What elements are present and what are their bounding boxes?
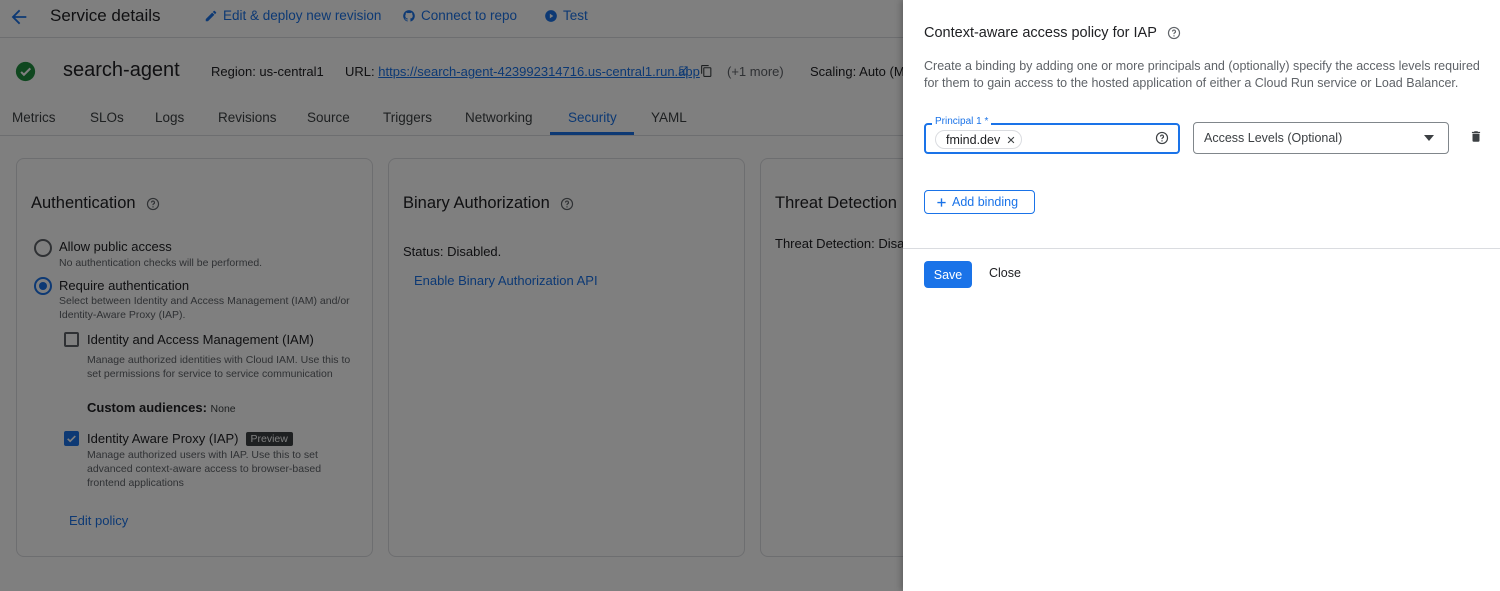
close-icon[interactable] (1006, 135, 1016, 145)
principal-input[interactable]: Principal 1 * fmind.dev (924, 116, 1180, 154)
plus-icon (937, 197, 946, 207)
add-binding-label: Add binding (952, 195, 1019, 209)
add-binding-button[interactable]: Add binding (924, 190, 1035, 214)
dropdown-caret-icon (1424, 135, 1434, 141)
iap-policy-panel: Context-aware access policy for IAP Crea… (903, 0, 1500, 591)
trash-icon[interactable] (1469, 129, 1483, 144)
help-icon[interactable] (1167, 26, 1181, 40)
panel-title-text: Context-aware access policy for IAP (924, 25, 1157, 41)
panel-divider (903, 248, 1500, 249)
modal-scrim[interactable] (0, 0, 903, 591)
panel-title: Context-aware access policy for IAP (924, 25, 1181, 41)
principal-chip-text: fmind.dev (946, 132, 1001, 147)
principal-chip: fmind.dev (935, 130, 1023, 149)
help-icon[interactable] (1155, 131, 1169, 145)
principal-label: Principal 1 * (932, 116, 992, 127)
panel-description: Create a binding by adding one or more p… (924, 59, 1480, 90)
access-levels-placeholder: Access Levels (Optional) (1204, 131, 1343, 145)
close-button[interactable]: Close (989, 266, 1021, 280)
save-button[interactable]: Save (924, 261, 972, 288)
access-levels-select[interactable]: Access Levels (Optional) (1193, 122, 1449, 154)
